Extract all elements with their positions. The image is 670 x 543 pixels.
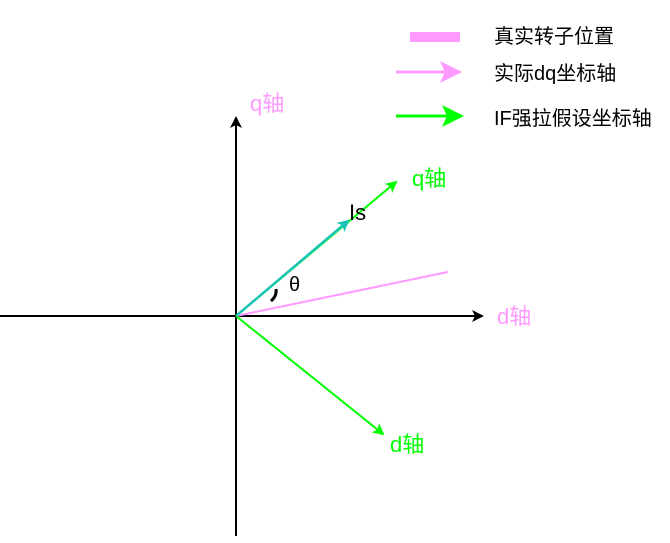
legend-label-rotor: 真实转子位置 [494,26,614,48]
legend-label-actual-dq: 实际dq坐标轴 [494,63,617,85]
legend-label-assumed: IF强拉假设坐标轴 [494,108,652,130]
angle-label: θ [289,274,301,296]
actual-d-axis-label: d轴 [497,304,532,329]
assumed-d-axis [235,315,385,436]
current-vector-label: Is [349,200,367,225]
assumed-d-axis-label: d轴 [390,432,425,457]
legend-swatch-rotor [410,32,460,42]
actual-q-axis-label: q轴 [250,91,285,116]
angle-arc [269,288,278,303]
diagram-canvas: 真实转子位置 实际dq坐标轴 IF强拉假设坐标轴 q轴 d轴 q轴 d轴 Is … [0,0,670,543]
rotor-position-line [235,271,449,317]
assumed-q-axis-label: q轴 [412,166,447,191]
current-vector-is [235,219,350,317]
